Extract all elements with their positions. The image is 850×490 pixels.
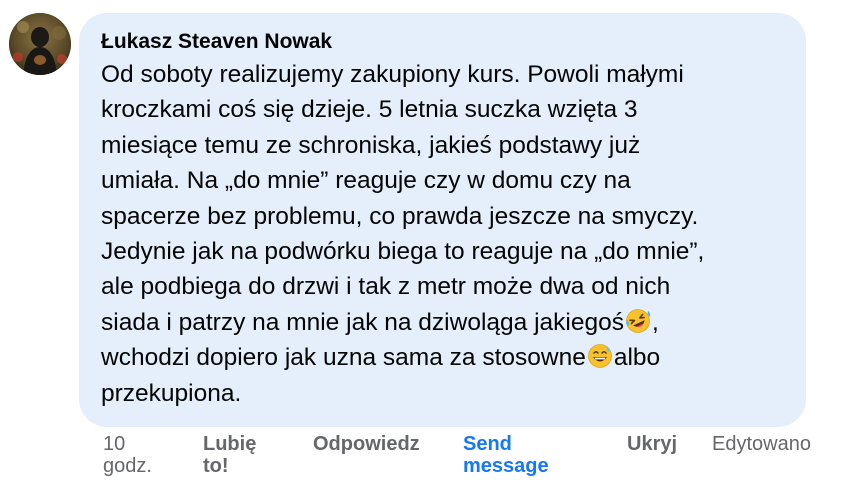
comment-line: ale podbiega do drzwi i tak z metr może … <box>101 273 671 301</box>
edited-label: Edytowano <box>712 433 811 455</box>
comment-line-text: siada i patrzy na mnie jak na dziwoląga … <box>101 308 624 336</box>
comment-line: umiała. Na „do mnie” reaguje czy w domu … <box>101 167 631 195</box>
comment-line-text: wchodzi dopiero jak uzna sama za stosown… <box>101 344 586 372</box>
rolling-laughing-emoji-icon <box>626 308 651 333</box>
comment-line: siada i patrzy na mnie jak na dziwoląga … <box>101 305 786 340</box>
comment-bubble: Łukasz Steaven Nowak Od soboty realizuje… <box>79 13 806 427</box>
comment-line: kroczkami coś się dzieje. 5 letnia suczk… <box>101 96 638 124</box>
like-button[interactable]: Lubię to! <box>203 433 256 477</box>
avatar[interactable] <box>9 13 71 75</box>
comment-line: wchodzi dopiero jak uzna sama za stosown… <box>101 344 661 372</box>
comment-line: spacerze bez problemu, co prawda jeszcze… <box>101 202 699 230</box>
send-message-button[interactable]: Send message <box>463 433 549 477</box>
comment-line: przekupiona. <box>101 379 242 407</box>
comment-line: Jedynie jak na podwórku biega to reaguje… <box>101 238 705 266</box>
avatar-image <box>9 13 71 75</box>
hide-button[interactable]: Ukryj <box>627 433 677 455</box>
timestamp[interactable]: 10 godz. <box>103 433 152 477</box>
comment-line: Od soboty realizujemy zakupiony kurs. Po… <box>101 61 684 88</box>
reply-button[interactable]: Odpowiedz <box>313 433 420 455</box>
comment-text: Od soboty realizujemy zakupiony kurs. Po… <box>101 57 786 411</box>
comment-actions: 10 godz. Lubię to! Odpowiedz Send messag… <box>0 433 850 483</box>
grinning-sweat-emoji-icon <box>587 344 612 369</box>
comment-author[interactable]: Łukasz Steaven Nowak <box>101 29 786 55</box>
comment-line: miesiące temu ze schroniska, jakieś pods… <box>101 131 641 159</box>
